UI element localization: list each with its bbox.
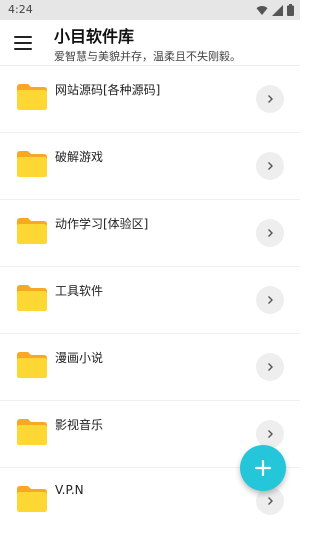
plus-icon <box>255 460 271 476</box>
chevron-right-icon <box>268 95 273 103</box>
list-item-label: 动作学习[体验区] <box>55 217 149 231</box>
status-bar: 4:24 <box>0 0 300 20</box>
signal-icon <box>272 4 283 16</box>
list-item-label: 影视音乐 <box>55 418 104 432</box>
status-icons <box>256 4 294 16</box>
open-folder-button[interactable] <box>256 286 284 314</box>
chevron-right-icon <box>268 363 273 371</box>
list-item-label: 工具软件 <box>55 284 104 298</box>
open-folder-button[interactable] <box>256 85 284 113</box>
folder-icon <box>17 285 47 311</box>
battery-icon <box>287 4 294 16</box>
open-folder-button[interactable] <box>256 487 284 515</box>
list-item-label: 网站源码[各种源码] <box>55 83 161 97</box>
folder-icon <box>17 151 47 177</box>
list-item-label: V.P.N <box>55 483 84 497</box>
app-subtitle: 爱智慧与美貌并存，温柔且不失刚毅。 <box>54 50 241 63</box>
chevron-right-icon <box>268 229 273 237</box>
list-item[interactable]: 漫画小说 <box>0 334 300 401</box>
app-bar: 小目软件库 爱智慧与美貌并存，温柔且不失刚毅。 <box>0 20 300 66</box>
list-item-label: 漫画小说 <box>55 351 104 365</box>
list-item-label: 破解游戏 <box>55 150 104 164</box>
open-folder-button[interactable] <box>256 219 284 247</box>
open-folder-button[interactable] <box>256 353 284 381</box>
open-folder-button[interactable] <box>256 152 284 180</box>
folder-icon <box>17 352 47 378</box>
folder-icon <box>17 218 47 244</box>
open-folder-button[interactable] <box>256 420 284 448</box>
folder-icon <box>17 486 47 512</box>
menu-icon[interactable] <box>14 36 32 50</box>
list-item[interactable]: 工具软件 <box>0 267 300 334</box>
status-time: 4:24 <box>8 3 33 16</box>
chevron-right-icon <box>268 497 273 505</box>
app-title: 小目软件库 <box>54 27 135 46</box>
chevron-right-icon <box>268 162 273 170</box>
list-item[interactable]: 动作学习[体验区] <box>0 200 300 267</box>
folder-icon <box>17 84 47 110</box>
list-item[interactable]: 破解游戏 <box>0 133 300 200</box>
wifi-icon <box>256 5 268 15</box>
folder-icon <box>17 419 47 445</box>
chevron-right-icon <box>268 296 273 304</box>
add-fab-button[interactable] <box>240 445 286 491</box>
list-item[interactable]: 网站源码[各种源码] <box>0 66 300 133</box>
chevron-right-icon <box>268 430 273 438</box>
